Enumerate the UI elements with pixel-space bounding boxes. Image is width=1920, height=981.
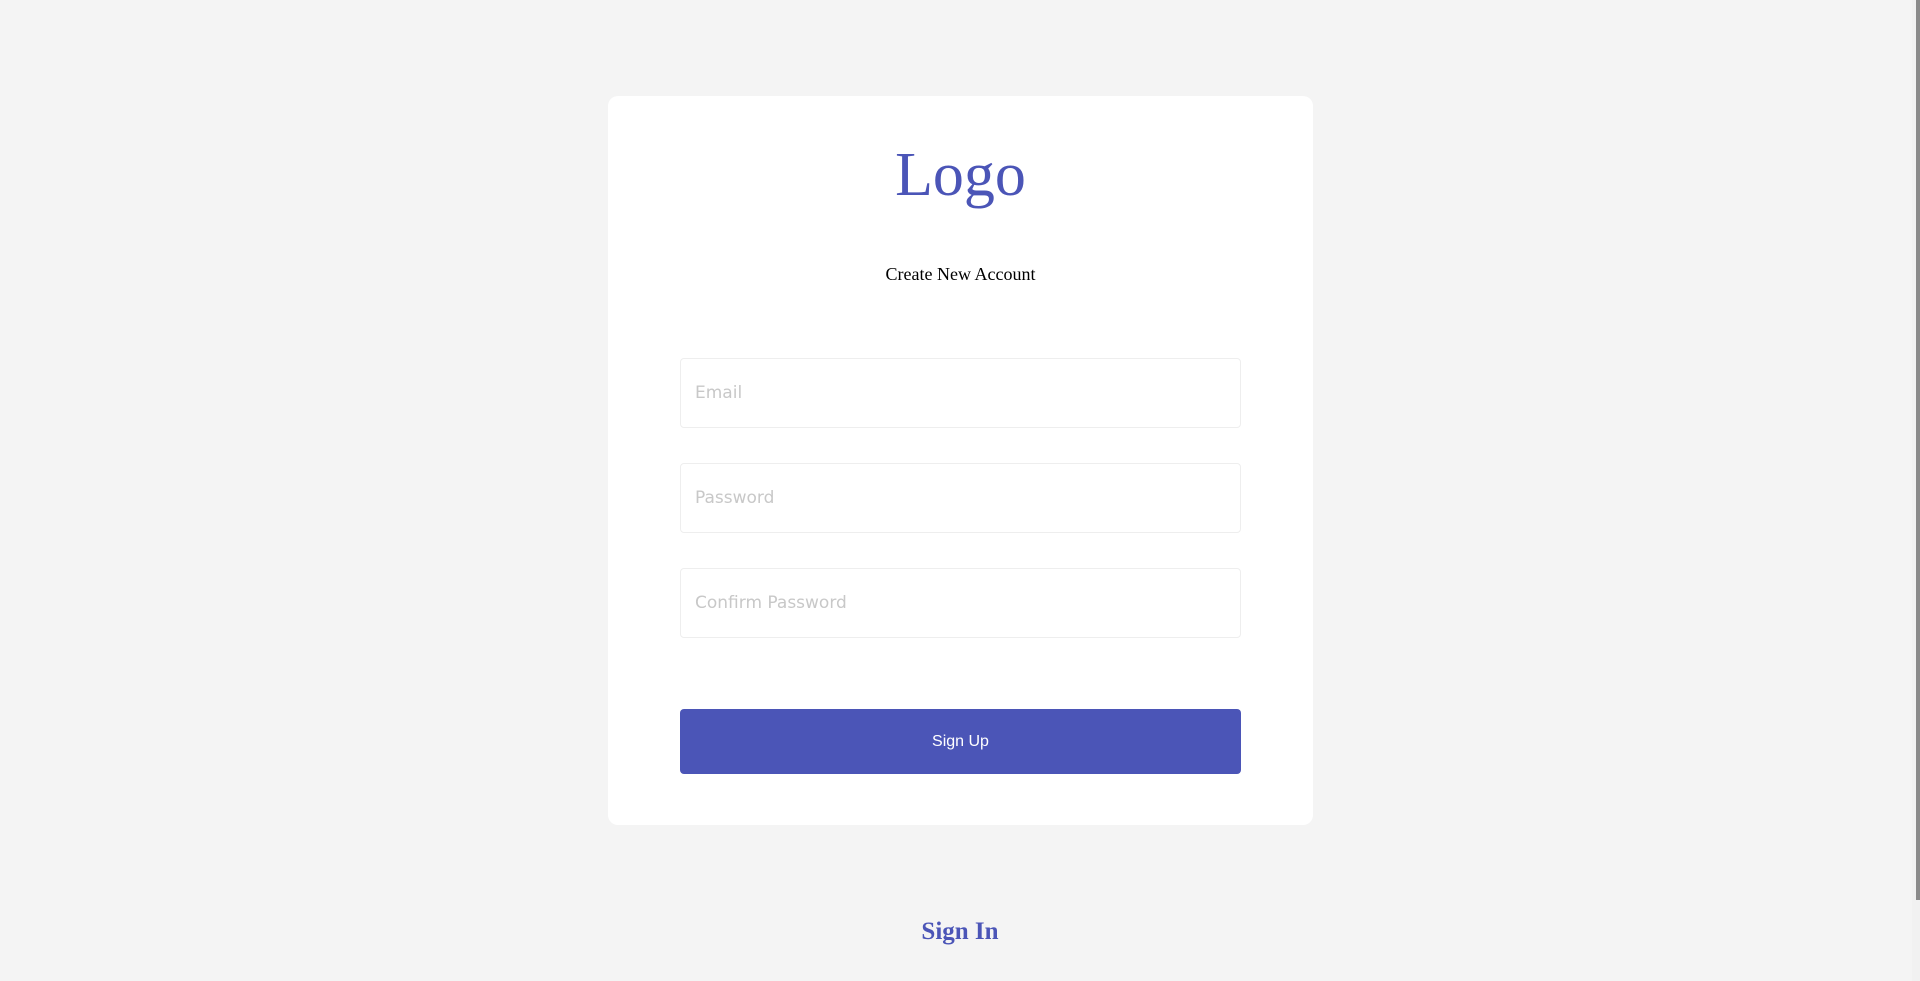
email-field[interactable] [680,358,1241,428]
sign-in-link[interactable]: Sign In [0,914,1920,950]
form-heading: Create New Account [885,264,1036,284]
signup-page: Logo Create New Account Sign Up Sign In [0,0,1920,981]
signup-card: Logo Create New Account Sign Up [608,96,1313,825]
scrollbar-thumb[interactable] [1916,0,1920,900]
confirm-password-field[interactable] [680,568,1241,638]
logo: Logo [895,141,1026,209]
sign-up-button[interactable]: Sign Up [680,709,1241,774]
password-field[interactable] [680,463,1241,533]
